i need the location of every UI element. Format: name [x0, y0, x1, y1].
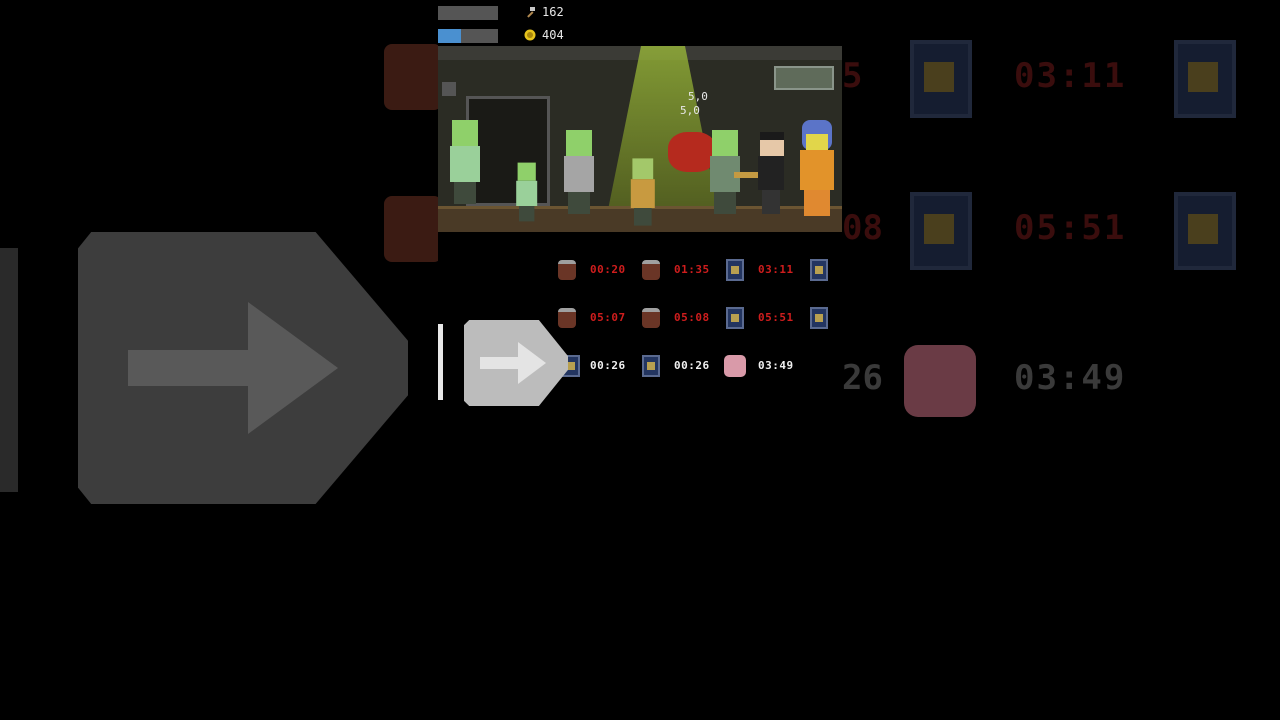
hud-bar-fill	[438, 29, 461, 43]
jar-icon[interactable]	[726, 259, 744, 281]
timer: 00:26	[674, 359, 710, 372]
battle-scene: 5,0 5,0	[438, 46, 842, 232]
arrow-right-icon	[518, 342, 546, 384]
bg-pot-icon	[384, 44, 442, 110]
bg-timer: 03:11	[1014, 56, 1127, 96]
jar-icon[interactable]	[810, 307, 828, 329]
bg-arrow-head	[248, 302, 338, 434]
hud-bar-2	[438, 29, 498, 43]
timer: 05:07	[590, 311, 626, 324]
pot-icon[interactable]	[558, 308, 576, 328]
side-divider	[438, 324, 443, 400]
exit-sign	[774, 66, 834, 90]
bg-jar-icon	[1174, 192, 1236, 270]
bg-timer: 03:49	[1014, 358, 1127, 398]
pot-icon[interactable]	[642, 260, 660, 280]
ally-sprite	[796, 120, 838, 216]
bg-timer-fragment: 5	[842, 56, 863, 96]
damage-number: 5,0	[680, 104, 700, 117]
bg-jar-icon	[910, 192, 972, 270]
bg-jar-icon	[1174, 40, 1236, 118]
zombie-sprite	[560, 130, 596, 214]
timer: 03:11	[758, 263, 794, 276]
bg-timer-fragment: 26	[842, 358, 883, 398]
jar-icon[interactable]	[642, 355, 660, 377]
bg-timer: 05:51	[1014, 208, 1127, 248]
hammer-value: 162	[542, 5, 564, 19]
pot-icon[interactable]	[558, 260, 576, 280]
timer: 05:51	[758, 311, 794, 324]
hud-bar-1	[438, 6, 498, 20]
bg-arrow-button	[78, 232, 408, 504]
timer: 00:26	[590, 359, 626, 372]
ceiling-light-beam	[608, 46, 718, 210]
player-hero	[756, 132, 786, 214]
pot-icon[interactable]	[642, 308, 660, 328]
bg-pig-icon	[904, 345, 976, 417]
damage-number: 5,0	[688, 90, 708, 103]
timer: 03:49	[758, 359, 794, 372]
hud-coin-count: 404	[524, 28, 564, 42]
zombie-sprite	[628, 158, 657, 226]
timer: 00:20	[590, 263, 626, 276]
jar-icon[interactable]	[810, 259, 828, 281]
zombie-sprite	[513, 162, 538, 222]
timer-row-1: 00:20 01:35 03:11	[438, 256, 842, 284]
pig-icon[interactable]	[724, 355, 746, 377]
zombie-sprite	[446, 120, 482, 204]
coin-value: 404	[542, 28, 564, 42]
timer: 01:35	[674, 263, 710, 276]
bg-jar-icon	[910, 40, 972, 118]
bg-pot-icon	[384, 196, 442, 262]
wall-vent	[442, 82, 456, 96]
jar-icon[interactable]	[726, 307, 744, 329]
timer: 05:08	[674, 311, 710, 324]
coin-icon	[524, 29, 536, 41]
hud-hammer-count: 162	[524, 5, 564, 19]
hammer-icon	[527, 7, 535, 18]
bg-left-strip	[0, 248, 18, 492]
bg-timer-fragment: 08	[842, 208, 883, 248]
